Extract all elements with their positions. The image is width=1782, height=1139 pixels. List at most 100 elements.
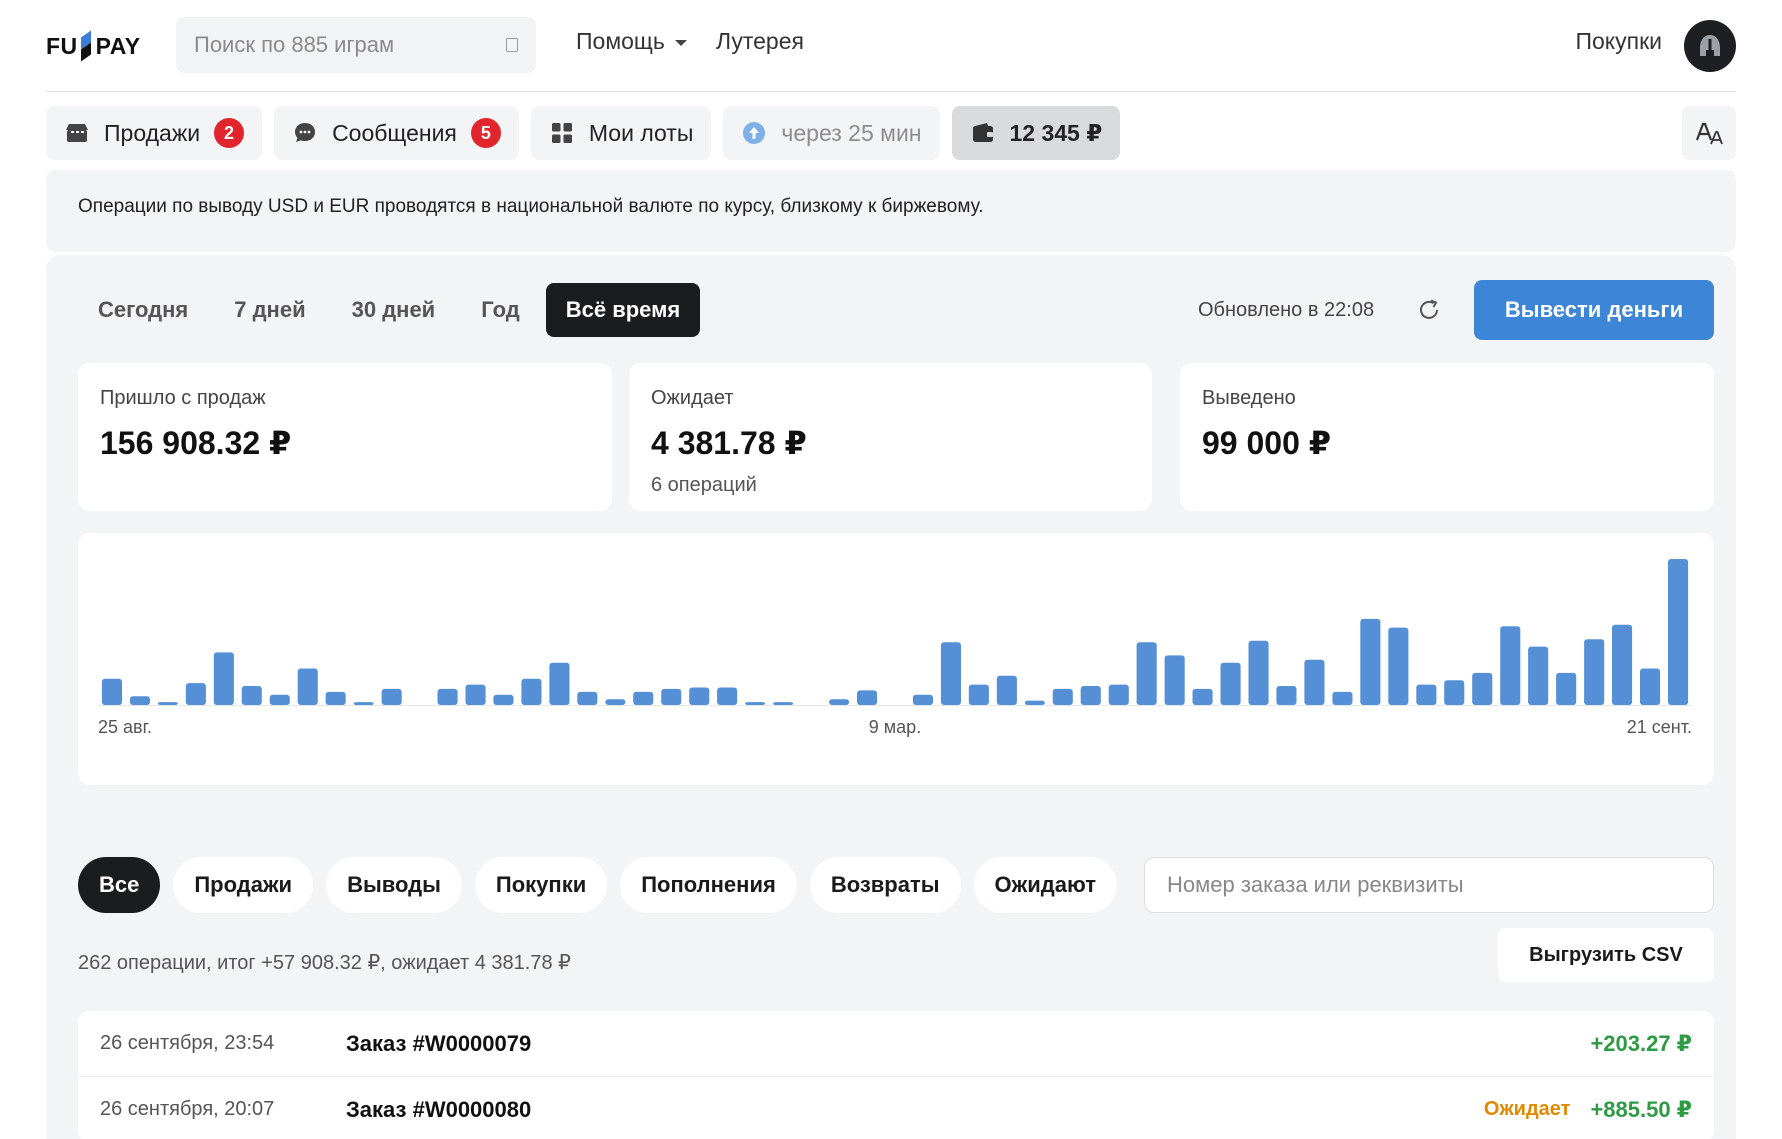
refresh-button[interactable] bbox=[1414, 295, 1444, 325]
stat-withdrawn: Выведено 99 000 ₽ bbox=[1180, 363, 1714, 511]
chart-bar[interactable] bbox=[465, 684, 486, 705]
chart-bar[interactable] bbox=[1612, 624, 1633, 705]
chart-bar[interactable] bbox=[1668, 559, 1689, 705]
chart-bar[interactable] bbox=[1332, 691, 1353, 705]
chart-bar[interactable] bbox=[297, 668, 318, 706]
chart-bar[interactable] bbox=[521, 678, 542, 705]
nav-help-menu[interactable]: Помощь bbox=[576, 28, 687, 55]
chart-bar[interactable] bbox=[1136, 642, 1157, 705]
chart-bar[interactable] bbox=[1108, 684, 1129, 705]
stat-withdrawn-value: 99 000 ₽ bbox=[1202, 425, 1332, 461]
period-today[interactable]: Сегодня bbox=[78, 283, 208, 337]
chart-bar[interactable] bbox=[101, 678, 122, 705]
chart-bar[interactable] bbox=[1080, 686, 1101, 705]
tab-raise-lots[interactable]: через 25 мин bbox=[723, 106, 940, 160]
chart-bar[interactable] bbox=[1556, 672, 1577, 705]
balance-amount: 12 345 ₽ bbox=[1009, 119, 1103, 146]
chart-bar[interactable] bbox=[1164, 655, 1185, 705]
chart-bar[interactable] bbox=[577, 691, 598, 705]
chart-bar[interactable] bbox=[325, 691, 346, 705]
order-search bbox=[1144, 857, 1714, 913]
filter-deposits[interactable]: Пополнения bbox=[620, 857, 797, 913]
chart-bar[interactable] bbox=[437, 688, 458, 705]
withdraw-button[interactable]: Вывести деньги bbox=[1474, 280, 1714, 340]
chart-bar[interactable] bbox=[1584, 639, 1605, 705]
chart-bar[interactable] bbox=[1416, 684, 1437, 705]
chart-bar[interactable] bbox=[1248, 640, 1269, 705]
chart-bar[interactable] bbox=[1304, 659, 1325, 705]
chart-bar[interactable] bbox=[1192, 688, 1213, 705]
chart-bar[interactable] bbox=[381, 688, 402, 705]
filter-withdrawals[interactable]: Выводы bbox=[326, 857, 462, 913]
x-tick-label: 21 сент. bbox=[1627, 717, 1692, 737]
tab-messages-label: Сообщения bbox=[332, 119, 457, 146]
order-search-input[interactable] bbox=[1167, 872, 1691, 898]
period-7-days[interactable]: 7 дней bbox=[214, 283, 325, 337]
sales-count-badge: 2 bbox=[214, 118, 245, 148]
language-button[interactable] bbox=[1682, 106, 1736, 160]
tab-balance[interactable]: 12 345 ₽ bbox=[951, 106, 1121, 160]
chart-bar[interactable] bbox=[129, 696, 150, 705]
chart-bar[interactable] bbox=[353, 702, 374, 705]
chart-bar[interactable] bbox=[1528, 646, 1549, 705]
chart-bar[interactable] bbox=[1220, 662, 1241, 705]
purchases-link[interactable]: Покупки bbox=[1575, 28, 1662, 55]
nav-lottery-link[interactable]: Лутерея bbox=[716, 28, 804, 55]
wallet-icon bbox=[970, 120, 996, 146]
period-year[interactable]: Год bbox=[461, 283, 540, 337]
operation-row[interactable]: 26 сентября, 23:54 Заказ #W0000079 +203.… bbox=[78, 1011, 1714, 1077]
tab-messages[interactable]: Сообщения 5 bbox=[274, 106, 519, 160]
chart-bar[interactable] bbox=[1444, 680, 1465, 705]
chart-bar[interactable] bbox=[745, 702, 766, 705]
chart-bar[interactable] bbox=[633, 691, 654, 705]
chart-bar[interactable] bbox=[912, 694, 933, 705]
chart-bar[interactable] bbox=[157, 702, 178, 705]
chart-bar[interactable] bbox=[549, 662, 570, 705]
chart-bar[interactable] bbox=[996, 675, 1017, 705]
filter-pending[interactable]: Ожидают bbox=[973, 857, 1117, 913]
chart-bar[interactable] bbox=[1360, 618, 1381, 705]
chat-icon bbox=[292, 120, 318, 146]
search-shortcut-icon bbox=[506, 38, 518, 52]
raise-timer-label: через 25 мин bbox=[781, 119, 922, 146]
game-search-input[interactable] bbox=[194, 32, 506, 58]
chart-bar[interactable] bbox=[269, 694, 290, 705]
chart-bar[interactable] bbox=[857, 690, 878, 705]
avatar[interactable] bbox=[1684, 20, 1736, 72]
chart-bar[interactable] bbox=[185, 683, 206, 705]
chart-bar[interactable] bbox=[1276, 686, 1297, 705]
filter-purchases[interactable]: Покупки bbox=[474, 857, 608, 913]
operation-row[interactable]: 26 сентября, 20:07 Заказ #W0000080 Ожида… bbox=[78, 1077, 1714, 1139]
chart-bar[interactable] bbox=[773, 702, 794, 705]
stat-incoming-value: 156 908.32 ₽ bbox=[100, 425, 292, 461]
chart-bar[interactable] bbox=[1500, 626, 1521, 705]
export-csv-button[interactable]: Выгрузить CSV bbox=[1498, 928, 1714, 982]
chart-bar[interactable] bbox=[605, 699, 626, 705]
chart-bar[interactable] bbox=[1472, 672, 1493, 705]
chart-bar[interactable] bbox=[829, 699, 850, 705]
filter-sales[interactable]: Продажи bbox=[173, 857, 314, 913]
chart-bar[interactable] bbox=[968, 684, 989, 705]
filter-all[interactable]: Все bbox=[78, 857, 161, 913]
chart-bar[interactable] bbox=[1052, 688, 1073, 705]
chart-bar[interactable] bbox=[493, 694, 514, 705]
chart-bar[interactable] bbox=[717, 687, 738, 706]
period-all-time[interactable]: Всё время bbox=[545, 283, 701, 337]
chart-bar[interactable] bbox=[1640, 668, 1661, 706]
chart-bar[interactable] bbox=[661, 688, 682, 705]
chart-bar[interactable] bbox=[213, 652, 234, 705]
chart-bar[interactable] bbox=[940, 642, 961, 705]
grid-icon bbox=[549, 120, 575, 146]
chart-bar[interactable] bbox=[241, 686, 262, 705]
filter-refunds[interactable]: Возвраты bbox=[809, 857, 961, 913]
chart-bar[interactable] bbox=[689, 687, 710, 706]
refresh-icon bbox=[1420, 299, 1438, 319]
funpay-logo[interactable]: FU PAY bbox=[46, 30, 141, 62]
tab-my-lots[interactable]: Мои лоты bbox=[530, 106, 712, 160]
chart-bar[interactable] bbox=[1024, 700, 1045, 705]
period-30-days[interactable]: 30 дней bbox=[332, 283, 456, 337]
tab-sales[interactable]: Продажи 2 bbox=[46, 106, 263, 160]
tab-my-lots-label: Мои лоты bbox=[588, 119, 694, 146]
chart-bar[interactable] bbox=[1388, 627, 1409, 705]
stat-pending-count: 6 операций bbox=[651, 474, 757, 496]
